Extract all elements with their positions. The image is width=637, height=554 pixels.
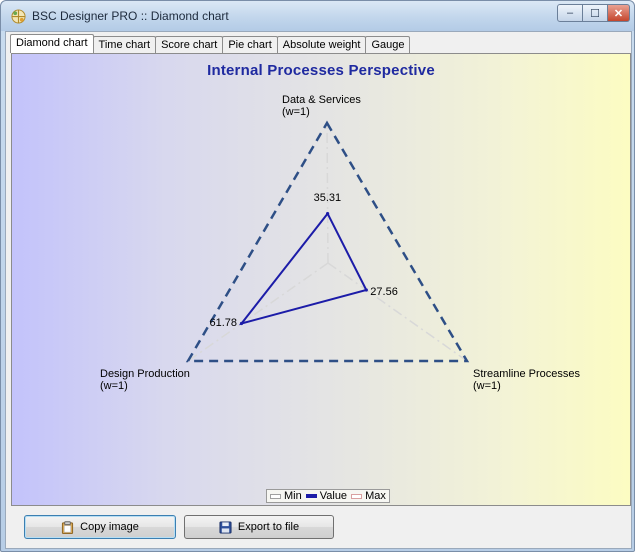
tab-diamond-chart[interactable]: Diamond chart xyxy=(10,34,94,53)
title-bar[interactable]: BSC Designer PRO :: Diamond chart – ☐ ✕ xyxy=(1,1,634,31)
data-label-data-services: 35.31 xyxy=(313,191,342,204)
window-title: BSC Designer PRO :: Diamond chart xyxy=(32,9,229,23)
axis-label-streamline-processes: Streamline Processes (w=1) xyxy=(473,368,580,392)
series-value-polygon xyxy=(238,211,368,326)
tab-strip: Diamond chart Time chart Score chart Pie… xyxy=(10,34,411,54)
tab-time-chart[interactable]: Time chart xyxy=(92,36,157,53)
floppy-disk-icon xyxy=(219,520,232,534)
close-button[interactable]: ✕ xyxy=(608,4,630,22)
legend-swatch-max xyxy=(351,493,363,499)
legend-item-value: Value xyxy=(305,490,347,502)
value-point-1 xyxy=(364,288,368,292)
axis-label-design-production: Design Production (w=1) xyxy=(100,368,190,392)
tab-pie-chart[interactable]: Pie chart xyxy=(222,36,278,53)
tab-score-chart[interactable]: Score chart xyxy=(155,36,224,53)
app-logo-icon xyxy=(11,9,26,24)
legend-swatch-value xyxy=(305,494,317,498)
minimize-button[interactable]: – xyxy=(557,4,583,22)
axis-label-data-services: Data & Services (w=1) xyxy=(282,94,361,118)
legend-swatch-min xyxy=(270,493,281,499)
tab-absolute-weight[interactable]: Absolute weight xyxy=(276,36,367,53)
value-point-2 xyxy=(239,321,244,326)
export-to-file-button[interactable]: Export to file xyxy=(184,515,334,539)
clipboard-icon xyxy=(62,520,74,534)
app-window: BSC Designer PRO :: Diamond chart – ☐ ✕ … xyxy=(0,0,635,552)
value-point-0 xyxy=(326,212,330,216)
axis-spoke-1 xyxy=(327,262,468,362)
maximize-button[interactable]: ☐ xyxy=(583,4,608,22)
legend-item-min: Min xyxy=(270,490,302,502)
data-label-streamline-processes: 27.56 xyxy=(370,286,398,298)
tab-gauge[interactable]: Gauge xyxy=(365,36,411,53)
copy-image-button[interactable]: Copy image xyxy=(24,515,176,539)
client-area: Diamond chart Time chart Score chart Pie… xyxy=(5,31,632,549)
data-label-design-production: 61.78 xyxy=(209,316,238,329)
axis-spoke-2 xyxy=(187,262,329,362)
diamond-chart xyxy=(185,120,470,363)
chart-legend: Min Value Max xyxy=(266,489,390,503)
legend-item-max: Max xyxy=(351,490,386,502)
chart-panel: Internal Processes Perspective Data & Se… xyxy=(11,53,631,506)
